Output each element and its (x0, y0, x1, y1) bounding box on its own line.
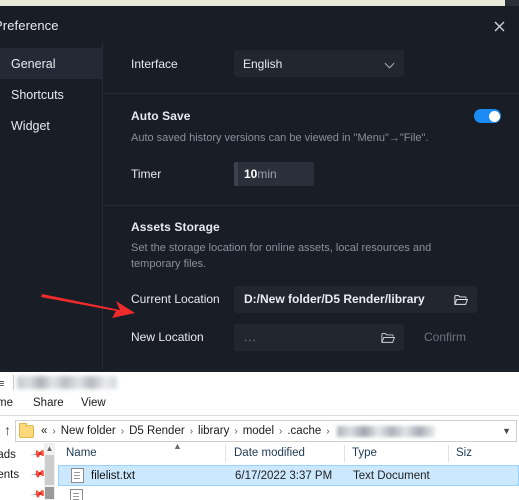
arrow-up-icon[interactable]: ↑ (4, 422, 11, 438)
breadcrumb-separator: › (120, 425, 125, 437)
sidebar-item-widget[interactable]: Widget (0, 110, 102, 141)
breadcrumb-separator: › (279, 425, 283, 437)
column-header-row: Name ▲ Date modified Type Siz (58, 441, 519, 466)
breadcrumb-separator: › (189, 425, 194, 437)
new-location-value: ... (244, 330, 258, 345)
folder-open-icon[interactable] (381, 331, 396, 344)
breadcrumb-item-d5-render[interactable]: D5 Render (129, 425, 185, 437)
tab-view[interactable]: View (81, 397, 106, 409)
sidebar-item-label: General (11, 56, 56, 71)
file-date-modified: 6/17/2022 3:37 PM (235, 469, 333, 482)
row-new-location: New Location ... Confirm (131, 323, 501, 351)
preference-content: Interface English Auto Save Auto saved h… (103, 42, 519, 369)
column-header-name[interactable]: Name (66, 447, 97, 459)
ribbon-tab-bar: me Share View (0, 395, 519, 415)
preference-sidebar: General Shortcuts Widget (0, 42, 103, 369)
dialog-body: General Shortcuts Widget Interface Engli… (0, 42, 519, 369)
quick-access-toolbar-icon[interactable]: ≡ (0, 378, 4, 390)
dialog-title: Preference (0, 18, 59, 33)
breadcrumb-overflow[interactable]: « (41, 425, 47, 437)
current-location-label: Current Location (131, 292, 220, 307)
caret-up-icon[interactable]: ▲ (44, 443, 55, 455)
interface-language-value: English (243, 56, 283, 71)
breadcrumb-separator: › (52, 425, 56, 437)
interface-language-select[interactable]: English (234, 50, 404, 77)
breadcrumb-item-model[interactable]: model (243, 425, 274, 437)
column-divider[interactable] (225, 445, 226, 462)
interface-label: Interface (131, 56, 178, 71)
folder-icon (19, 422, 34, 438)
chevron-down-icon (386, 59, 395, 68)
current-location-value: D:/New folder/D5 Render/library (244, 292, 425, 307)
breadcrumb-item-cache[interactable]: .cache (287, 425, 321, 437)
section-interface: Interface English (103, 42, 519, 93)
file-type: Text Document (353, 469, 430, 482)
text-document-icon (71, 468, 84, 483)
column-header-type[interactable]: Type (352, 447, 377, 459)
navigation-scrollbar[interactable]: ▲ (44, 443, 55, 500)
screenshot-root: Preference General Shortcuts Widget Inte… (0, 0, 519, 500)
breadcrumb-separator: › (326, 425, 330, 437)
close-icon[interactable] (489, 16, 509, 36)
assets-storage-title: Assets Storage (131, 219, 220, 234)
address-bar: ↑ « › New folder › D5 Render › library ›… (0, 418, 519, 442)
timer-unit: min (257, 166, 277, 181)
file-name: filelist.txt (91, 469, 136, 482)
folder-open-icon[interactable] (454, 293, 469, 306)
column-divider[interactable] (344, 445, 345, 462)
quick-access-toolbar: ≡ (0, 372, 519, 394)
column-header-size[interactable]: Siz (456, 447, 472, 459)
column-header-date-modified[interactable]: Date modified (234, 447, 305, 459)
sort-asc-caret-icon: ▲ (173, 441, 182, 451)
tab-home[interactable]: me (0, 397, 13, 409)
auto-save-title: Auto Save (131, 109, 191, 123)
table-row[interactable] (58, 486, 519, 500)
sidebar-item-general[interactable]: General (0, 48, 102, 79)
nav-item-documents[interactable]: nents (0, 469, 19, 481)
row-interface: Interface English (131, 50, 501, 77)
timer-input[interactable]: 10 min (234, 161, 314, 186)
column-divider[interactable] (448, 445, 449, 462)
current-location-input[interactable]: D:/New folder/D5 Render/library (234, 285, 477, 313)
toggle-knob (488, 110, 500, 122)
section-auto-save: Auto Save Auto saved history versions ca… (103, 93, 519, 205)
file-explorer-window: ≡ me Share View ↑ « › New folder › D5 Re… (0, 369, 519, 500)
new-location-label: New Location (131, 330, 204, 345)
sidebar-item-label: Widget (11, 118, 50, 133)
file-list-pane: Name ▲ Date modified Type Siz filelist.t… (58, 441, 519, 500)
timer-accent-bar (234, 161, 238, 186)
window-title-blurred (17, 376, 117, 389)
toolbar-divider (13, 375, 14, 390)
sidebar-item-shortcuts[interactable]: Shortcuts (0, 79, 102, 110)
section-assets-storage: Assets Storage Set the storage location … (103, 204, 519, 351)
sidebar-item-label: Shortcuts (11, 87, 64, 102)
breadcrumb-item-library[interactable]: library (198, 425, 229, 437)
breadcrumb-separator: › (234, 425, 238, 437)
preference-dialog: Preference General Shortcuts Widget Inte… (0, 6, 519, 369)
auto-save-description: Auto saved history versions can be viewe… (131, 132, 429, 144)
row-current-location: Current Location D:/New folder/D5 Render… (131, 285, 501, 313)
row-auto-save: Auto Save (131, 108, 501, 124)
nav-item-downloads[interactable]: oads (0, 449, 16, 461)
ribbon-divider (0, 415, 519, 416)
breadcrumb-item-blurred[interactable] (336, 425, 435, 437)
assets-storage-description: Set the storage location for online asse… (131, 241, 432, 270)
scrollbar-thumb[interactable] (45, 487, 54, 499)
timer-label: Timer (131, 166, 162, 181)
table-row[interactable]: filelist.txt 6/17/2022 3:37 PM Text Docu… (58, 465, 519, 486)
scrollbar-track[interactable] (45, 455, 54, 485)
timer-value: 10 (244, 166, 258, 181)
breadcrumb[interactable]: « › New folder › D5 Render › library › m… (15, 420, 517, 442)
chevron-down-icon[interactable]: ▼ (502, 426, 511, 436)
auto-save-toggle[interactable] (474, 109, 501, 123)
text-document-icon (70, 489, 83, 500)
breadcrumb-item-new-folder[interactable]: New folder (61, 425, 116, 437)
tab-share[interactable]: Share (33, 397, 64, 409)
row-timer: Timer 10 min (131, 161, 501, 187)
new-location-input[interactable]: ... (234, 323, 404, 351)
confirm-button[interactable]: Confirm (424, 330, 466, 344)
